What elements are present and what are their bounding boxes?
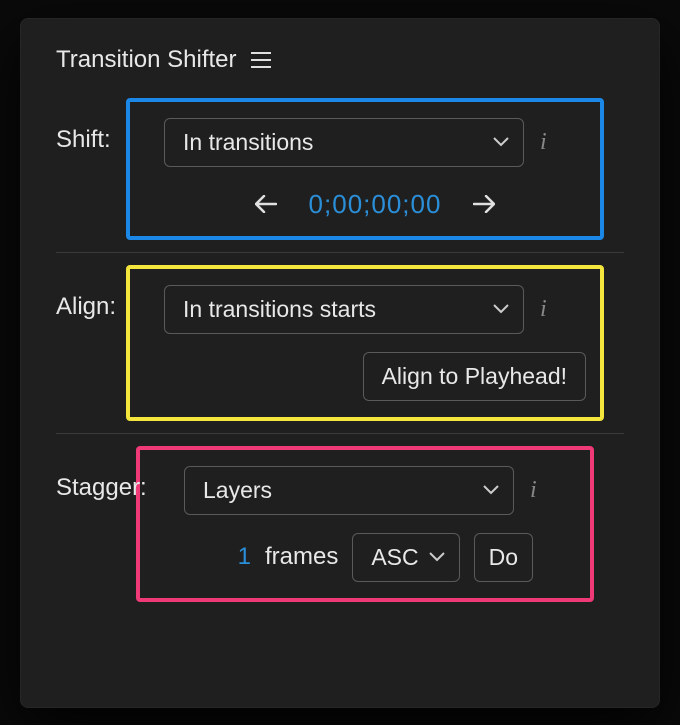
order-dropdown[interactable]: ASC	[352, 533, 459, 582]
shift-right-button[interactable]	[469, 189, 499, 220]
shift-left-button[interactable]	[251, 189, 281, 220]
arrow-right-icon	[473, 195, 495, 213]
chevron-down-icon	[429, 552, 445, 562]
align-button-label: Align to Playhead!	[382, 363, 567, 389]
stagger-dropdown[interactable]: Layers	[184, 466, 514, 515]
stagger-dropdown-value: Layers	[203, 477, 272, 504]
shift-dropdown-value: In transitions	[183, 129, 313, 156]
stagger-box: Layers i 1 frames ASC Do	[136, 446, 594, 602]
shift-dropdown[interactable]: In transitions	[164, 118, 524, 167]
menu-icon[interactable]	[251, 52, 271, 68]
divider	[56, 252, 624, 253]
arrow-left-icon	[255, 195, 277, 213]
chevron-down-icon	[493, 304, 509, 314]
shift-section: Shift: In transitions i 0;00;00;00	[56, 98, 624, 240]
shift-label: Shift:	[56, 98, 146, 154]
align-box: In transitions starts i Align to Playhea…	[126, 265, 604, 421]
panel-header: Transition Shifter	[56, 46, 624, 74]
frames-label: frames	[265, 543, 338, 571]
do-button-label: Do	[489, 544, 518, 570]
align-to-playhead-button[interactable]: Align to Playhead!	[363, 352, 586, 401]
align-section: Align: In transitions starts i Align to …	[56, 265, 624, 421]
timecode-input[interactable]: 0;00;00;00	[309, 189, 442, 220]
chevron-down-icon	[493, 137, 509, 147]
panel: Transition Shifter Shift: In transitions…	[20, 18, 660, 708]
panel-title: Transition Shifter	[56, 46, 237, 74]
info-icon[interactable]: i	[530, 477, 537, 504]
info-icon[interactable]: i	[540, 296, 547, 323]
align-dropdown-value: In transitions starts	[183, 296, 376, 323]
divider	[56, 433, 624, 434]
chevron-down-icon	[483, 485, 499, 495]
frames-input[interactable]: 1	[227, 543, 251, 571]
shift-box: In transitions i 0;00;00;00	[126, 98, 604, 240]
stagger-section: Stagger: Layers i 1 frames ASC	[56, 446, 624, 602]
align-label: Align:	[56, 265, 146, 321]
align-dropdown[interactable]: In transitions starts	[164, 285, 524, 334]
do-button[interactable]: Do	[474, 533, 533, 582]
order-dropdown-value: ASC	[371, 544, 418, 571]
info-icon[interactable]: i	[540, 129, 547, 156]
stagger-label: Stagger:	[56, 446, 166, 502]
